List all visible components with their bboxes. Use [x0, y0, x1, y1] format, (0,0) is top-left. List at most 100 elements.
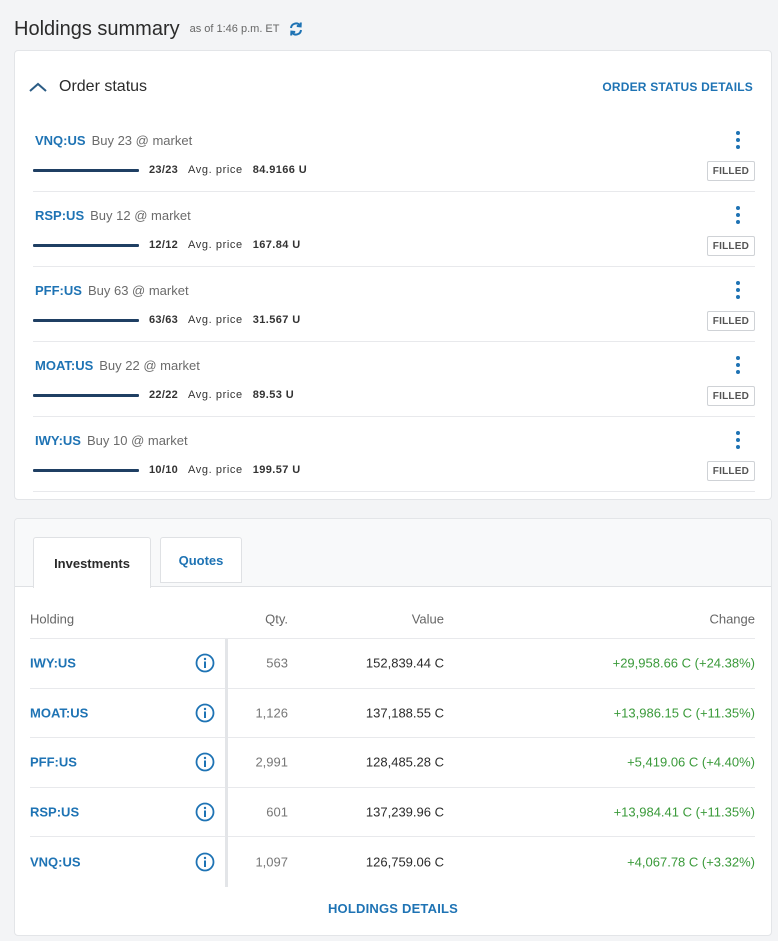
order-status-header: Order status ORDER STATUS DETAILS [15, 51, 771, 123]
page-header: Holdings summary as of 1:46 p.m. ET [14, 14, 305, 44]
holding-value: 137,239.96 C [365, 804, 444, 820]
order-description: Buy 63 @ market [87, 283, 189, 298]
order-summary: RSP:US Buy 12 @ market [35, 208, 191, 223]
holding-symbol-link[interactable]: PFF:US [30, 755, 77, 770]
filled-quantity: 22/22 [149, 389, 179, 401]
column-header-value: Value [411, 611, 444, 626]
avg-price-value: 84.9166 U [252, 164, 308, 176]
orders-list: VNQ:US Buy 23 @ market 23/23 Avg. price … [33, 117, 755, 492]
fill-progress-bar [33, 393, 139, 397]
column-header-change: Change [709, 611, 755, 626]
tab-investments[interactable]: Investments [33, 537, 151, 588]
status-badge: FILLED [706, 311, 755, 331]
order-fill-line: 22/22 Avg. price 89.53 U [33, 389, 294, 401]
investments-card: Investments Quotes Holding Qty. Value Ch… [14, 518, 772, 936]
column-header-qty: Qty. [265, 611, 288, 626]
chevron-up-icon [29, 82, 47, 92]
info-icon[interactable] [195, 703, 215, 723]
order-description: Buy 22 @ market [99, 358, 200, 373]
order-fill-line: 23/23 Avg. price 84.9166 U [33, 164, 307, 176]
holding-change: +5,419.06 C (+4.40%) [627, 754, 755, 770]
order-item: VNQ:US Buy 23 @ market 23/23 Avg. price … [33, 117, 755, 192]
order-status-label: Order status [59, 78, 148, 95]
order-symbol-link[interactable]: PFF:US [35, 283, 82, 298]
filled-quantity: 10/10 [149, 464, 179, 476]
fill-progress-bar [33, 468, 139, 472]
avg-price-value: 199.57 U [252, 464, 301, 476]
filled-quantity: 63/63 [149, 314, 179, 326]
more-options-icon[interactable] [731, 129, 745, 151]
table-row: IWY:US 563 152,839.44 C +29,958.66 C (+2… [30, 639, 755, 689]
holding-value: 152,839.44 C [365, 655, 444, 671]
order-fill-line: 63/63 Avg. price 31.567 U [33, 314, 301, 326]
holding-change: +4,067.78 C (+3.32%) [627, 854, 755, 870]
info-icon[interactable] [195, 852, 215, 872]
avg-price-label: Avg. price [188, 239, 243, 251]
order-item: IWY:US Buy 10 @ market 10/10 Avg. price … [33, 417, 755, 492]
order-description: Buy 12 @ market [90, 208, 191, 223]
more-options-icon[interactable] [731, 279, 745, 301]
page-title: Holdings summary [14, 17, 180, 40]
more-options-icon[interactable] [731, 354, 745, 376]
fill-progress-bar [33, 318, 139, 322]
holding-value: 126,759.06 C [365, 854, 444, 870]
holding-symbol-link[interactable]: IWY:US [30, 656, 76, 671]
info-icon[interactable] [195, 802, 215, 822]
order-symbol-link[interactable]: MOAT:US [35, 358, 93, 373]
filled-quantity: 23/23 [149, 164, 179, 176]
info-icon[interactable] [195, 752, 215, 772]
as-of-timestamp: as of 1:46 p.m. ET [189, 23, 280, 35]
holding-symbol-link[interactable]: MOAT:US [30, 705, 88, 720]
holdings-details-link[interactable]: HOLDINGS DETAILS [15, 901, 771, 916]
status-badge: FILLED [706, 236, 755, 256]
order-item: MOAT:US Buy 22 @ market 22/22 Avg. price… [33, 342, 755, 417]
holding-symbol-link[interactable]: VNQ:US [30, 854, 81, 869]
avg-price-value: 89.53 U [252, 389, 295, 401]
tab-quotes[interactable]: Quotes [160, 537, 242, 583]
holding-change: +13,986.15 C (+11.35%) [613, 705, 755, 721]
avg-price-label: Avg. price [188, 314, 243, 326]
order-status-toggle[interactable]: Order status [27, 78, 147, 96]
order-symbol-link[interactable]: IWY:US [35, 433, 81, 448]
status-badge: FILLED [706, 386, 755, 406]
filled-quantity: 12/12 [149, 239, 179, 251]
table-row: MOAT:US 1,126 137,188.55 C +13,986.15 C … [30, 689, 755, 738]
order-item: RSP:US Buy 12 @ market 12/12 Avg. price … [33, 192, 755, 267]
holding-qty: 1,097 [255, 854, 288, 870]
fill-progress-bar [33, 243, 139, 247]
avg-price-value: 167.84 U [252, 239, 301, 251]
holding-qty: 563 [266, 655, 288, 671]
table-header-row: Holding Qty. Value Change [30, 599, 755, 639]
order-summary: PFF:US Buy 63 @ market [35, 283, 189, 298]
order-symbol-link[interactable]: VNQ:US [35, 133, 86, 148]
order-description: Buy 23 @ market [91, 133, 193, 148]
table-row: PFF:US 2,991 128,485.28 C +5,419.06 C (+… [30, 738, 755, 788]
order-fill-line: 10/10 Avg. price 199.57 U [33, 464, 301, 476]
order-description: Buy 10 @ market [86, 433, 188, 448]
info-icon[interactable] [195, 653, 215, 673]
more-options-icon[interactable] [731, 204, 745, 226]
holding-value: 137,188.55 C [365, 705, 444, 721]
holding-value: 128,485.28 C [365, 754, 444, 770]
holding-qty: 1,126 [255, 705, 288, 721]
order-status-card: Order status ORDER STATUS DETAILS VNQ:US… [14, 50, 772, 500]
avg-price-label: Avg. price [188, 464, 243, 476]
refresh-icon[interactable] [287, 20, 305, 38]
column-divider [225, 639, 228, 887]
avg-price-value: 31.567 U [252, 314, 301, 326]
holding-change: +13,984.41 C (+11.35%) [613, 804, 755, 820]
status-badge: FILLED [706, 461, 755, 481]
avg-price-label: Avg. price [188, 164, 243, 176]
holding-symbol-link[interactable]: RSP:US [30, 804, 79, 819]
order-summary: VNQ:US Buy 23 @ market [35, 133, 192, 148]
holdings-summary-page: Holdings summary as of 1:46 p.m. ET Orde… [0, 0, 778, 941]
order-fill-line: 12/12 Avg. price 167.84 U [33, 239, 301, 251]
order-summary: MOAT:US Buy 22 @ market [35, 358, 200, 373]
more-options-icon[interactable] [731, 429, 745, 451]
order-item: PFF:US Buy 63 @ market 63/63 Avg. price … [33, 267, 755, 342]
order-status-details-link[interactable]: ORDER STATUS DETAILS [602, 80, 753, 94]
holding-qty: 601 [266, 804, 288, 820]
fill-progress-bar [33, 168, 139, 172]
order-symbol-link[interactable]: RSP:US [35, 208, 84, 223]
holding-qty: 2,991 [255, 754, 288, 770]
